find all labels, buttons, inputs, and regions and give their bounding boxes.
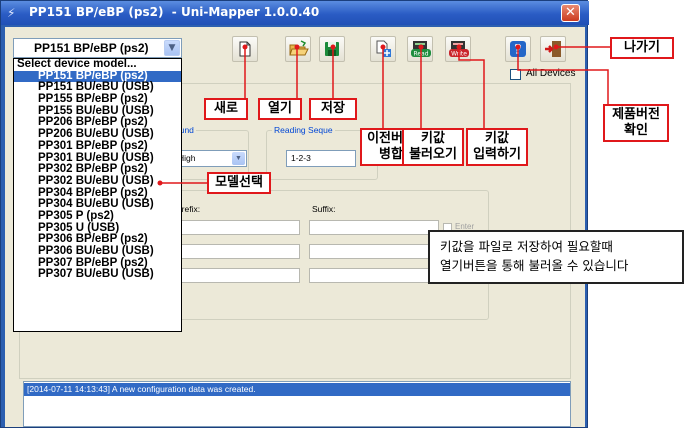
callout-open: 열기 <box>258 98 302 120</box>
all-devices-label: All Devices <box>526 68 576 79</box>
log-list[interactable]: [2014-07-11 14:13:43] A new configuratio… <box>23 381 571 427</box>
callout-read-key: 키값 불러오기 <box>402 128 464 166</box>
info-note-line2: 열기버튼을 통해 불러올 수 있습니다 <box>440 258 629 273</box>
reading-sequence-group-title: Reading Seque <box>272 125 335 135</box>
merge-previous-icon <box>376 40 391 57</box>
reading-sequence-select[interactable]: 1-2-3 <box>286 150 356 167</box>
suffix-input[interactable] <box>309 244 439 259</box>
callout-write-line1: 키값 <box>485 131 509 146</box>
read-badge-text: Read <box>413 51 428 58</box>
write-key-icon: Write <box>449 41 469 58</box>
app-icon: ⚡ <box>7 6 16 20</box>
callout-version: 제품버전 확인 <box>603 104 669 142</box>
callout-exit: 나가기 <box>610 37 674 59</box>
model-select[interactable]: PP151 BP/eBP (ps2) ▼ <box>13 38 182 58</box>
callout-save: 저장 <box>309 98 357 120</box>
info-note: 키값을 파일로 저장하여 필요할때 열기버튼을 통해 불러올 수 있습니다 <box>428 230 684 284</box>
reading-sequence-value: 1-2-3 <box>291 153 311 163</box>
callout-write-line2: 입력하기 <box>473 147 521 162</box>
model-dropdown-list: Select device model... PP151 BP/eBP (ps2… <box>13 58 182 332</box>
dropdown-option[interactable]: PP301 BP/eBP (ps2) <box>14 140 181 153</box>
read-key-button[interactable]: Read <box>407 36 433 62</box>
new-button[interactable] <box>232 36 258 62</box>
callout-version-line2: 확인 <box>624 123 648 138</box>
prefix-input[interactable] <box>173 268 300 283</box>
close-button[interactable]: ✕ <box>561 4 580 22</box>
open-folder-icon <box>289 40 309 56</box>
info-note-line1: 키값을 파일로 저장하여 필요할때 <box>440 239 613 254</box>
title-bar[interactable]: ⚡ PP151 BP/eBP (ps2) - Uni-Mapper 1.0.0.… <box>1 1 589 25</box>
save-button[interactable] <box>319 36 345 62</box>
model-select-value: PP151 BP/eBP (ps2) <box>34 41 149 55</box>
save-icon <box>325 42 339 56</box>
suffix-input[interactable] <box>309 268 439 283</box>
callout-write-key: 키값 입력하기 <box>466 128 528 166</box>
help-icon: ? <box>510 41 526 58</box>
callout-read-line2: 불러오기 <box>409 147 457 162</box>
dropdown-option[interactable]: PP155 BP/eBP (ps2) <box>14 93 181 106</box>
window-title: PP151 BP/eBP (ps2) - Uni-Mapper 1.0.0.40 <box>29 5 320 19</box>
new-file-icon <box>239 41 251 57</box>
chevron-down-icon[interactable]: ▼ <box>232 152 245 165</box>
prefix-input[interactable] <box>173 244 300 259</box>
write-badge-text: Write <box>451 51 467 58</box>
write-key-button[interactable]: Write <box>445 36 471 62</box>
callout-version-line1: 제품버전 <box>612 107 660 122</box>
merge-previous-button[interactable] <box>370 36 396 62</box>
callout-model-select: 모델선택 <box>207 172 271 194</box>
help-glyph: ? <box>514 43 522 58</box>
dropdown-option[interactable]: PP306 BU/eBU (USB) <box>14 245 181 258</box>
log-entry[interactable]: [2014-07-11 14:13:43] A new configuratio… <box>24 383 570 396</box>
open-button[interactable] <box>285 36 311 62</box>
sound-select[interactable]: High ▼ <box>173 150 247 167</box>
all-devices-checkbox[interactable] <box>510 69 521 80</box>
suffix-label: Suffix: <box>312 204 336 214</box>
suffix-input[interactable] <box>309 220 439 235</box>
dropdown-option[interactable]: PP305 P (ps2) <box>14 210 181 223</box>
dropdown-option[interactable]: PP302 BU/eBU (USB) <box>14 175 181 188</box>
chevron-down-icon[interactable]: ▼ <box>164 40 180 56</box>
help-button[interactable]: ? <box>505 36 531 62</box>
callout-read-line1: 키값 <box>421 131 445 146</box>
exit-icon <box>545 41 561 57</box>
app-window: ⚡ PP151 BP/eBP (ps2) - Uni-Mapper 1.0.0.… <box>0 0 589 428</box>
screenshot-stage: ⚡ PP151 BP/eBP (ps2) - Uni-Mapper 1.0.0.… <box>0 0 697 428</box>
prefix-input[interactable] <box>173 220 300 235</box>
dropdown-option[interactable]: Select device model... <box>14 58 181 71</box>
exit-button[interactable] <box>540 36 566 62</box>
client-area: PP151 BP/eBP (ps2) ▼ Select device model… <box>5 27 585 427</box>
read-key-icon: Read <box>411 41 431 58</box>
callout-new: 새로 <box>204 98 248 120</box>
dropdown-option[interactable]: PP307 BU/eBU (USB) <box>14 269 181 281</box>
